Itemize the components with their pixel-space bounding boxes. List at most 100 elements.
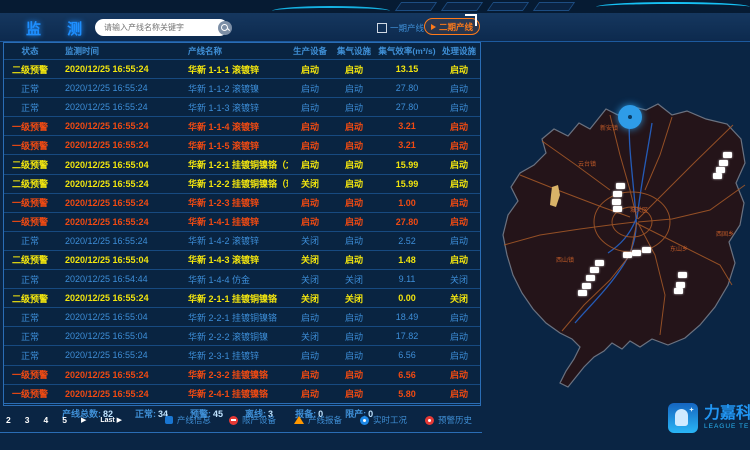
facility-marker[interactable] <box>586 275 595 281</box>
cell-prod: 启动 <box>288 387 332 400</box>
phase1-checkbox[interactable]: 一期产线 <box>377 22 424 34</box>
facility-marker[interactable] <box>719 160 728 166</box>
alert-marker[interactable] <box>618 105 642 129</box>
search-input[interactable] <box>95 23 218 32</box>
table-row[interactable]: 二级预警2020/12/25 16:55:24华新 1-2-2 挂镀铜镍铬（环形… <box>4 174 480 193</box>
bottom-bar: 2 3 4 5 ▶ Last ▶ 产线信息 限产设备 产线报备 实时工况 预警历史 <box>0 408 482 433</box>
cell-prod: 启动 <box>288 82 332 95</box>
map-label: 城关区 <box>630 205 648 214</box>
cell-prod: 启动 <box>288 368 332 381</box>
cell-time: 2020/12/25 16:55:04 <box>56 312 184 322</box>
table-row[interactable]: 二级预警2020/12/25 16:55:24华新 1-1-1 滚镀锌启动启动1… <box>4 59 480 78</box>
next-page-button[interactable]: ▶ <box>81 416 86 424</box>
last-page-button[interactable]: Last ▶ <box>100 416 122 424</box>
cell-status: 二级预警 <box>4 253 56 266</box>
col-gas: 集气设施 <box>332 45 376 57</box>
table-row[interactable]: 一级预警2020/12/25 16:55:24华新 1-4-1 挂镀锌启动启动2… <box>4 212 480 231</box>
cell-prod: 启动 <box>288 139 332 152</box>
table-row[interactable]: 正常2020/12/25 16:55:04华新 2-2-1 挂镀铜镍铬启动启动1… <box>4 307 480 326</box>
facility-marker[interactable] <box>674 288 683 294</box>
table-row[interactable]: 正常2020/12/25 16:54:44华新 1-4-4 仿金关闭关闭9.11… <box>4 269 480 288</box>
flag-icon <box>431 24 436 30</box>
cell-eff: 5.80 <box>376 389 438 399</box>
legend-item[interactable]: 产线信息 <box>165 414 211 426</box>
cell-line: 华新 2-2-2 滚镀铜镍 <box>184 330 288 343</box>
page-button[interactable]: 5 <box>62 415 67 425</box>
facility-marker[interactable] <box>623 252 632 258</box>
cell-line: 华新 2-4-1 挂镀镍铬 <box>184 387 288 400</box>
cell-eff: 17.82 <box>376 331 438 341</box>
table-row[interactable]: 正常2020/12/25 16:55:24华新 1-1-2 滚镀镍启动启动27.… <box>4 78 480 97</box>
facility-marker[interactable] <box>613 191 622 197</box>
cell-status: 正常 <box>4 101 56 114</box>
legend-label: 预警历史 <box>438 414 472 426</box>
facility-marker[interactable] <box>678 272 687 278</box>
table-row[interactable]: 一级预警2020/12/25 16:55:24华新 2-4-1 挂镀镍铬启动启动… <box>4 384 480 403</box>
col-time: 监测时间 <box>56 45 184 57</box>
table-row[interactable]: 二级预警2020/12/25 16:55:24华新 2-1-1 挂镀铜镍铬关闭关… <box>4 288 480 307</box>
facility-marker[interactable] <box>723 152 732 158</box>
table-row[interactable]: 正常2020/12/25 16:55:04华新 2-2-2 滚镀铜镍关闭启动17… <box>4 326 480 345</box>
cell-treat: 启动 <box>438 63 480 76</box>
facility-marker[interactable] <box>612 199 621 205</box>
cell-eff: 15.99 <box>376 160 438 170</box>
table-row[interactable]: 一级预警2020/12/25 16:55:24华新 2-3-2 挂镀镍铬启动启动… <box>4 365 480 384</box>
brand-name-en: LEAGUE TE <box>704 424 750 431</box>
city-map[interactable]: 新安镇云台镇城关区西山镇东山乡西固乡 <box>480 95 750 445</box>
page-button[interactable]: 4 <box>43 415 48 425</box>
table-row[interactable]: 二级预警2020/12/25 16:55:04华新 1-4-3 滚镀锌关闭启动1… <box>4 250 480 269</box>
cell-prod: 启动 <box>288 158 332 171</box>
page-button[interactable]: 3 <box>25 415 30 425</box>
cell-time: 2020/12/25 16:55:24 <box>56 389 184 399</box>
cell-eff: 3.21 <box>376 140 438 150</box>
col-prod: 生产设备 <box>288 45 332 57</box>
cell-gas: 启动 <box>332 82 376 95</box>
cell-line: 华新 1-1-2 滚镀镍 <box>184 82 288 95</box>
table-row[interactable]: 一级预警2020/12/25 16:55:24华新 1-1-4 滚镀锌启动启动3… <box>4 116 480 135</box>
cell-time: 2020/12/25 16:55:24 <box>56 83 184 93</box>
cell-treat: 启动 <box>438 330 480 343</box>
table-row[interactable]: 正常2020/12/25 16:55:24华新 1-1-3 滚镀锌启动启动27.… <box>4 97 480 116</box>
search-icon[interactable] <box>218 21 232 35</box>
cell-prod: 启动 <box>288 349 332 362</box>
cell-treat: 启动 <box>438 349 480 362</box>
table-row[interactable]: 一级预警2020/12/25 16:55:24华新 1-1-5 滚镀锌启动启动3… <box>4 135 480 154</box>
facility-marker[interactable] <box>632 250 641 256</box>
legend-item[interactable]: 预警历史 <box>425 414 472 426</box>
facility-marker[interactable] <box>590 267 599 273</box>
decor-swoosh-right <box>596 2 750 12</box>
page-button[interactable]: 2 <box>6 415 11 425</box>
legend-label: 实时工况 <box>373 414 407 426</box>
cell-gas: 启动 <box>332 311 376 324</box>
triangle-icon <box>294 416 304 424</box>
cell-time: 2020/12/25 16:55:24 <box>56 293 184 303</box>
facility-marker[interactable] <box>613 206 622 212</box>
facility-marker[interactable] <box>582 283 591 289</box>
cell-line: 华新 2-3-1 挂镀锌 <box>184 349 288 362</box>
cell-status: 二级预警 <box>4 177 56 190</box>
facility-marker[interactable] <box>595 260 604 266</box>
facility-marker[interactable] <box>642 247 651 253</box>
legend-item[interactable]: 限产设备 <box>229 414 276 426</box>
table-row[interactable]: 二级预警2020/12/25 16:55:04华新 1-2-1 挂镀铜镍铬（龙门… <box>4 154 480 173</box>
map-label: 东山乡 <box>670 244 688 253</box>
cell-gas: 启动 <box>332 368 376 381</box>
legend-item[interactable]: 实时工况 <box>360 414 407 426</box>
monitor-table: 状态 监测时间 产线名称 生产设备 集气设施 集气效率(m³/s) 处理设施 二… <box>3 42 481 406</box>
facility-marker[interactable] <box>713 173 722 179</box>
table-row[interactable]: 正常2020/12/25 16:55:24华新 1-4-2 滚镀锌关闭启动2.5… <box>4 231 480 250</box>
cell-treat: 启动 <box>438 234 480 247</box>
checkbox-icon[interactable] <box>377 23 387 33</box>
cell-line: 华新 2-3-2 挂镀镍铬 <box>184 368 288 381</box>
cell-time: 2020/12/25 16:55:04 <box>56 160 184 170</box>
cell-gas: 启动 <box>332 387 376 400</box>
facility-marker[interactable] <box>578 290 587 296</box>
cell-prod: 关闭 <box>288 273 332 286</box>
legend-item[interactable]: 产线报备 <box>294 414 342 426</box>
cell-eff: 13.15 <box>376 64 438 74</box>
table-row[interactable]: 正常2020/12/25 16:55:24华新 2-3-1 挂镀锌启动启动6.5… <box>4 345 480 364</box>
cell-line: 华新 1-1-3 滚镀锌 <box>184 101 288 114</box>
facility-marker[interactable] <box>616 183 625 189</box>
search-box[interactable] <box>95 19 228 36</box>
table-row[interactable]: 一级预警2020/12/25 16:55:24华新 1-2-3 挂镀锌启动启动1… <box>4 193 480 212</box>
